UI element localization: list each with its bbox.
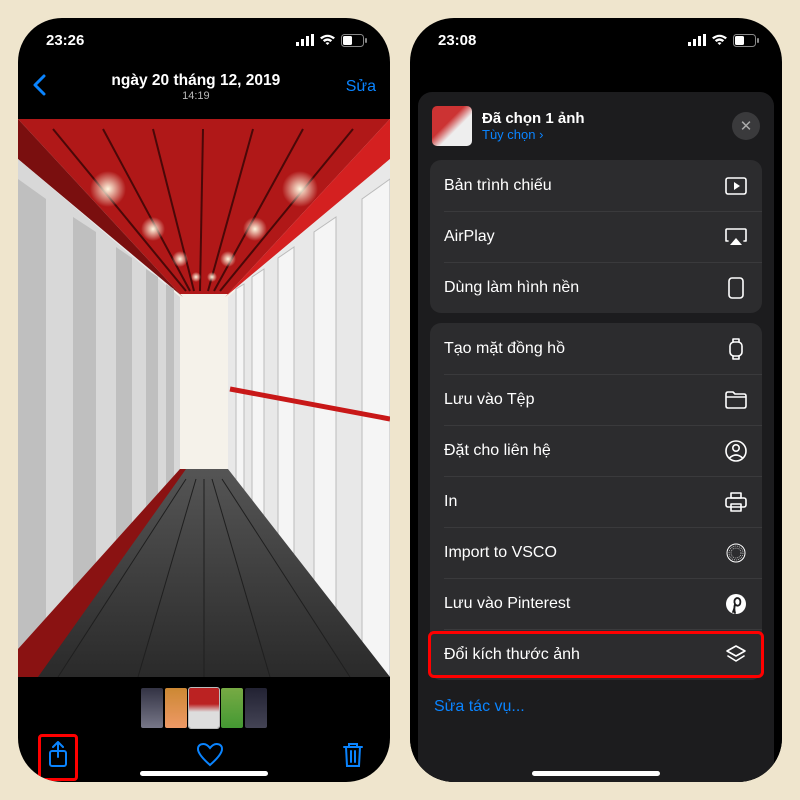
nav-date: ngày 20 tháng 12, 2019 — [111, 72, 280, 90]
play-icon — [724, 174, 748, 198]
share-sheet: Đã chọn 1 ảnh Tùy chọn › ✕ Bản trình chi… — [418, 92, 774, 782]
heart-icon — [197, 743, 223, 767]
action-label: Tạo mặt đồng hồ — [444, 340, 565, 358]
thumb[interactable] — [221, 688, 243, 728]
action-label: Lưu vào Pinterest — [444, 595, 570, 613]
edit-button[interactable]: Sửa — [346, 78, 376, 96]
status-time: 23:08 — [438, 32, 476, 49]
share-button[interactable] — [38, 734, 78, 781]
action-row-pinterest[interactable]: Lưu vào Pinterest — [430, 578, 762, 629]
wifi-icon — [319, 34, 336, 46]
phone-right: 23:08 Đã chọn 1 ảnh Tùy chọn › ✕ Bản trì… — [410, 18, 782, 782]
photo-corridor — [18, 119, 390, 677]
action-row-watch[interactable]: Tạo mặt đồng hồ — [430, 323, 762, 374]
layers-icon — [724, 643, 748, 667]
sheet-thumbnail — [432, 106, 472, 146]
phone-icon — [724, 276, 748, 300]
action-label: AirPlay — [444, 228, 495, 246]
nav-bar: ngày 20 tháng 12, 2019 14:19 Sửa — [18, 62, 390, 112]
action-row-phone[interactable]: Dùng làm hình nền — [430, 262, 762, 313]
share-icon — [47, 741, 69, 769]
print-icon — [724, 490, 748, 514]
edit-actions-link[interactable]: Sửa tác vụ... — [430, 690, 762, 716]
sheet-options-link[interactable]: Tùy chọn › — [482, 127, 722, 142]
action-label: Đổi kích thước ảnh — [444, 646, 580, 664]
favorite-button[interactable] — [197, 743, 223, 772]
nav-time: 14:19 — [111, 90, 280, 103]
thumb[interactable] — [165, 688, 187, 728]
close-icon: ✕ — [740, 117, 753, 135]
signal-icon — [296, 34, 314, 46]
action-row-contact[interactable]: Đặt cho liên hệ — [430, 425, 762, 476]
thumb-current[interactable] — [189, 688, 219, 728]
action-label: Đặt cho liên hệ — [444, 442, 551, 460]
status-bar: 23:08 — [410, 18, 782, 62]
action-row-layers[interactable]: Đổi kích thước ảnh — [430, 629, 762, 680]
action-row-print[interactable]: In — [430, 476, 762, 527]
action-label: Bản trình chiếu — [444, 177, 552, 195]
action-group-2: Tạo mặt đồng hồ Lưu vào Tệp Đặt cho liên h… — [430, 323, 762, 680]
sheet-title: Đã chọn 1 ảnh — [482, 110, 722, 127]
sheet-header: Đã chọn 1 ảnh Tùy chọn › ✕ — [430, 104, 762, 160]
airplay-icon — [724, 225, 748, 249]
phone-left: 23:26 ngày 20 tháng 12, 2019 14:19 Sửa — [18, 18, 390, 782]
watch-icon — [724, 337, 748, 361]
action-row-play[interactable]: Bản trình chiếu — [430, 160, 762, 211]
home-indicator[interactable] — [532, 771, 660, 776]
thumb[interactable] — [245, 688, 267, 728]
status-bar: 23:26 — [18, 18, 390, 62]
photo-viewer[interactable] — [18, 112, 390, 684]
status-time: 23:26 — [46, 32, 84, 49]
back-button[interactable] — [32, 72, 46, 103]
folder-icon — [724, 388, 748, 412]
thumbnail-strip[interactable] — [18, 684, 390, 732]
nav-title: ngày 20 tháng 12, 2019 14:19 — [111, 72, 280, 102]
close-button[interactable]: ✕ — [732, 112, 760, 140]
battery-icon — [733, 34, 760, 47]
action-label: In — [444, 493, 457, 511]
status-icons — [296, 34, 368, 47]
trash-icon — [342, 742, 364, 768]
action-group-1: Bản trình chiếu AirPlay Dùng làm hình nền — [430, 160, 762, 313]
battery-icon — [341, 34, 368, 47]
wifi-icon — [711, 34, 728, 46]
delete-button[interactable] — [342, 742, 364, 773]
action-label: Dùng làm hình nền — [444, 279, 579, 297]
chevron-right-icon: › — [539, 127, 543, 142]
pinterest-icon — [724, 592, 748, 616]
thumb[interactable] — [141, 688, 163, 728]
contact-icon — [724, 439, 748, 463]
signal-icon — [688, 34, 706, 46]
action-row-folder[interactable]: Lưu vào Tệp — [430, 374, 762, 425]
circle-icon — [724, 541, 748, 565]
status-icons — [688, 34, 760, 47]
action-row-circle[interactable]: Import to VSCO — [430, 527, 762, 578]
action-row-airplay[interactable]: AirPlay — [430, 211, 762, 262]
action-label: Lưu vào Tệp — [444, 391, 534, 409]
home-indicator[interactable] — [140, 771, 268, 776]
action-label: Import to VSCO — [444, 544, 557, 562]
